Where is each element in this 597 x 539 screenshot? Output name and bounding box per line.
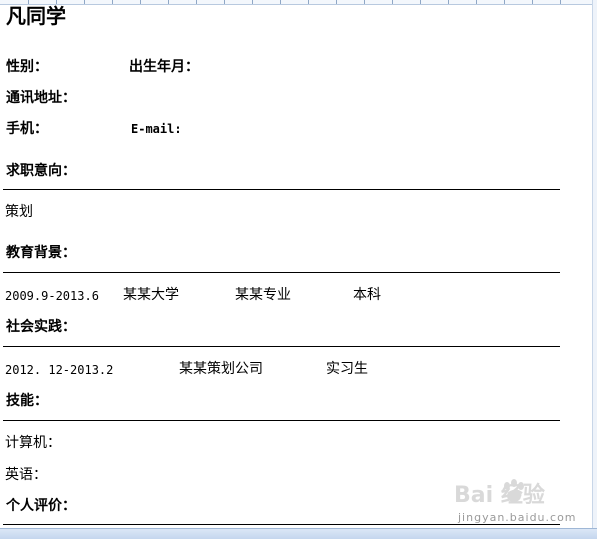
ruler-tick bbox=[560, 0, 561, 4]
ruler-tick bbox=[252, 0, 253, 4]
watermark-logo-text: Bai 经验 bbox=[454, 482, 545, 508]
skills-english-label: 英语： bbox=[5, 467, 47, 483]
practice-heading: 社会实践： bbox=[6, 319, 76, 335]
top-ruler bbox=[0, 0, 597, 5]
education-degree: 本科 bbox=[353, 287, 381, 303]
objective-value: 策划 bbox=[5, 204, 33, 220]
section-divider bbox=[3, 272, 560, 273]
ruler-tick bbox=[224, 0, 225, 4]
ruler-tick bbox=[168, 0, 169, 4]
ruler-tick bbox=[308, 0, 309, 4]
section-divider bbox=[3, 346, 560, 347]
ruler-tick bbox=[196, 0, 197, 4]
ruler-tick bbox=[280, 0, 281, 4]
education-school: 某某大学 bbox=[123, 287, 179, 303]
education-heading: 教育背景： bbox=[6, 245, 76, 261]
ruler-tick bbox=[448, 0, 449, 4]
section-divider bbox=[3, 189, 560, 190]
education-period: 2009.9-2013.6 bbox=[5, 289, 99, 303]
self-evaluation-heading: 个人评价： bbox=[6, 498, 76, 514]
candidate-name: 凡同学 bbox=[6, 4, 66, 28]
ruler-tick bbox=[504, 0, 505, 4]
ruler-tick bbox=[84, 0, 85, 4]
ruler-tick bbox=[532, 0, 533, 4]
watermark-url: jingyan.baidu.com bbox=[458, 511, 577, 524]
ruler-tick bbox=[112, 0, 113, 4]
bottom-status-bar bbox=[0, 528, 597, 539]
gender-label: 性别： bbox=[6, 59, 48, 75]
practice-role: 实习生 bbox=[326, 361, 368, 377]
ruler-tick bbox=[364, 0, 365, 4]
phone-label: 手机： bbox=[6, 121, 48, 137]
practice-company: 某某策划公司 bbox=[179, 361, 263, 377]
ruler-tick bbox=[140, 0, 141, 4]
vertical-scrollbar-edge[interactable] bbox=[592, 0, 597, 528]
email-label: E-mail: bbox=[131, 122, 182, 136]
ruler-tick bbox=[336, 0, 337, 4]
skills-heading: 技能： bbox=[6, 393, 48, 409]
education-major: 某某专业 bbox=[235, 287, 291, 303]
skills-computer-label: 计算机： bbox=[5, 435, 61, 451]
section-divider bbox=[3, 524, 560, 525]
section-divider bbox=[3, 420, 560, 421]
ruler-tick bbox=[420, 0, 421, 4]
address-label: 通讯地址： bbox=[6, 90, 76, 106]
ruler-tick bbox=[476, 0, 477, 4]
birth-date-label: 出生年月： bbox=[129, 59, 199, 75]
practice-period: 2012. 12-2013.2 bbox=[5, 363, 114, 377]
objective-heading: 求职意向： bbox=[6, 163, 76, 179]
ruler-tick bbox=[392, 0, 393, 4]
